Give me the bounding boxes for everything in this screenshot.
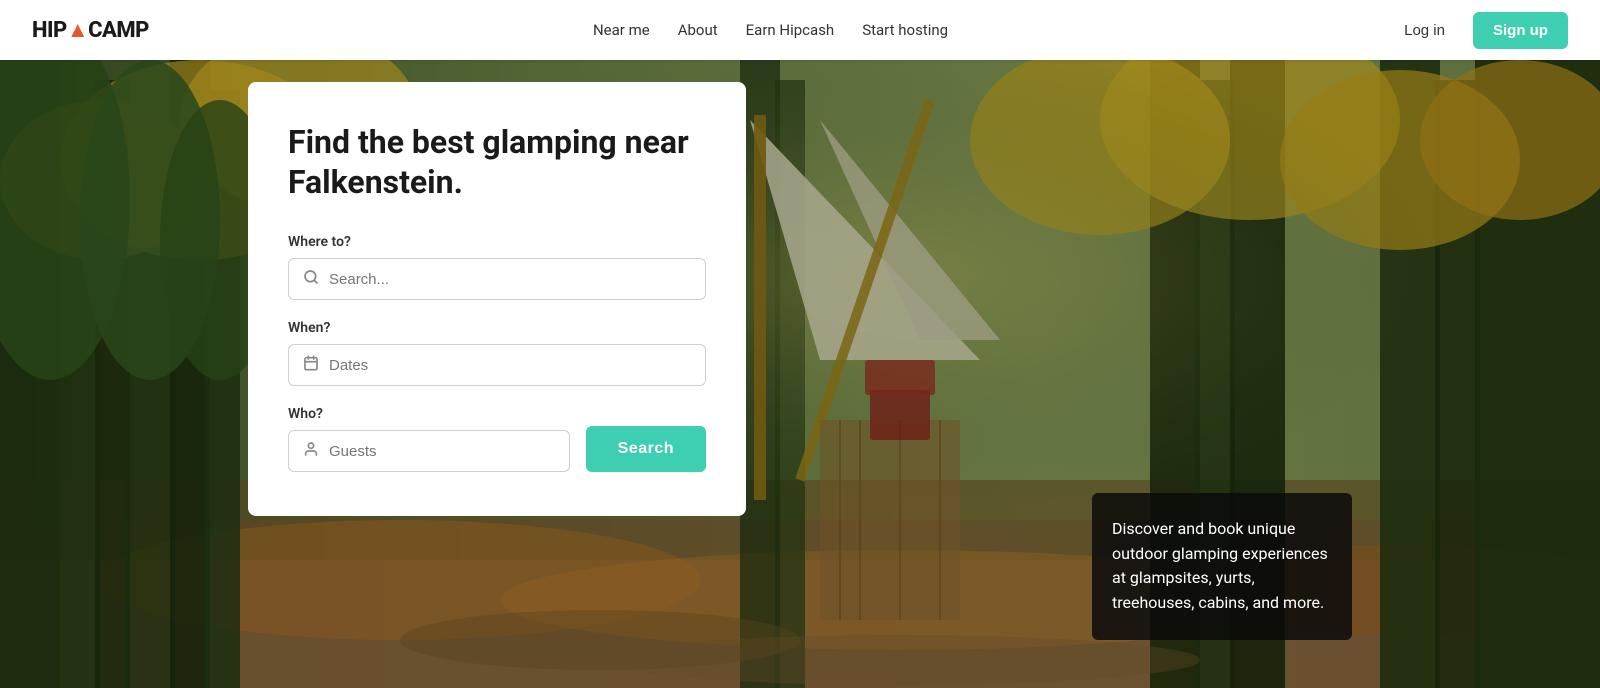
nav-near-me[interactable]: Near me	[593, 21, 650, 39]
who-input-wrapper[interactable]	[288, 430, 570, 472]
hero-heading: Find the best glamping near Falkenstein.	[288, 122, 706, 202]
search-button[interactable]: Search	[586, 426, 706, 472]
nav-about[interactable]: About	[678, 21, 718, 39]
calendar-icon	[303, 355, 319, 375]
search-card: Find the best glamping near Falkenstein.…	[248, 82, 746, 516]
where-label: Where to?	[288, 234, 706, 250]
info-box-text: Discover and book unique outdoor glampin…	[1112, 517, 1332, 616]
where-input-wrapper[interactable]	[288, 258, 706, 300]
who-form-group: Who?	[288, 406, 570, 472]
nav-links: Near me About Earn Hipcash Start hosting	[593, 21, 948, 39]
who-search-row: Who? Search	[288, 406, 706, 472]
search-input[interactable]	[329, 271, 691, 288]
when-label: When?	[288, 320, 706, 336]
navbar: HIP▲CAMP Near me About Earn Hipcash Star…	[0, 0, 1600, 60]
where-form-group: Where to?	[288, 234, 706, 300]
logo[interactable]: HIP▲CAMP	[32, 17, 149, 43]
hero-section: Find the best glamping near Falkenstein.…	[0, 0, 1600, 688]
who-label: Who?	[288, 406, 570, 422]
info-box: Discover and book unique outdoor glampin…	[1092, 493, 1352, 640]
signup-button[interactable]: Sign up	[1473, 12, 1568, 49]
brand-name: HIP▲CAMP	[32, 17, 149, 43]
when-input-wrapper[interactable]	[288, 344, 706, 386]
search-icon	[303, 269, 319, 289]
hero-background	[0, 0, 1600, 688]
nav-earn-hipcash[interactable]: Earn Hipcash	[746, 21, 835, 39]
dates-input[interactable]	[329, 357, 691, 374]
login-button[interactable]: Log in	[1392, 14, 1457, 47]
nav-start-hosting[interactable]: Start hosting	[862, 21, 948, 39]
person-icon	[303, 441, 319, 461]
guests-input[interactable]	[329, 443, 555, 460]
nav-actions: Log in Sign up	[1392, 12, 1568, 49]
when-form-group: When?	[288, 320, 706, 386]
